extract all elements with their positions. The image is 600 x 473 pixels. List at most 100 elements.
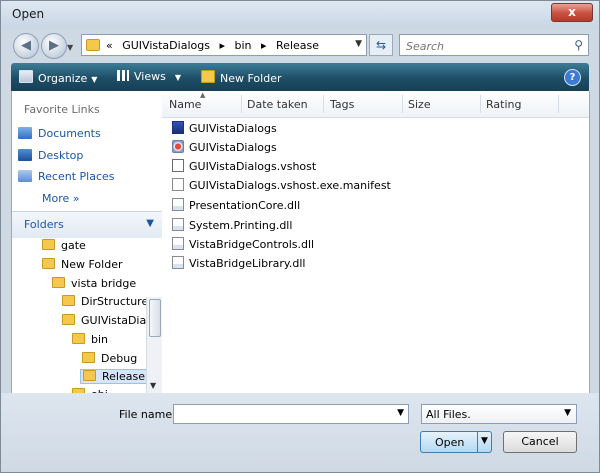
file-row[interactable]: PresentationCore.dll: [172, 198, 300, 212]
tree-item[interactable]: vista bridge: [52, 277, 136, 290]
breadcrumb-separator-icon[interactable]: ▸: [261, 39, 267, 52]
cancel-button[interactable]: Cancel: [503, 431, 577, 453]
search-box[interactable]: ⚲: [399, 34, 589, 56]
forward-button[interactable]: ▶: [41, 33, 67, 59]
file-row[interactable]: VistaBridgeLibrary.dll: [172, 256, 305, 270]
tree-item-label: GUIVistaDialo: [81, 314, 146, 327]
close-button[interactable]: x: [551, 3, 593, 22]
tree-scrollbar[interactable]: ▼: [146, 297, 162, 393]
tree-item-label: vista bridge: [71, 277, 137, 290]
command-toolbar: Organize ▼ Views ▼ New Folder ?: [11, 63, 589, 91]
search-icon[interactable]: ⚲: [574, 38, 583, 52]
open-label: Open: [435, 436, 465, 449]
open-options-button[interactable]: ▼: [477, 432, 493, 452]
file-row[interactable]: GUIVistaDialogs: [172, 140, 277, 154]
new-folder-button[interactable]: New Folder: [201, 70, 281, 85]
column-divider[interactable]: [323, 95, 324, 113]
help-button[interactable]: ?: [564, 69, 581, 86]
views-button[interactable]: Views ▼: [117, 70, 181, 83]
folders-toggle[interactable]: Folders ▼: [12, 211, 162, 238]
address-dropdown-icon[interactable]: ▼: [355, 39, 362, 49]
chevron-down-icon: ▼: [564, 408, 571, 418]
tree-item[interactable]: DirStructure: [62, 295, 146, 308]
folder-icon: [52, 277, 65, 288]
column-header-date-taken[interactable]: Date taken: [247, 98, 308, 111]
tree-item-selected[interactable]: Release: [80, 369, 146, 384]
column-divider[interactable]: [402, 95, 403, 113]
scrollbar-thumb[interactable]: [149, 299, 161, 337]
file-row[interactable]: GUIVistaDialogs: [172, 121, 277, 135]
scroll-down-icon[interactable]: ▼: [150, 381, 156, 390]
exe-icon: [172, 121, 184, 134]
column-header-size[interactable]: Size: [408, 98, 431, 111]
file-row[interactable]: VistaBridgeControls.dll: [172, 237, 314, 251]
column-headers: ▲ Name Date taken Tags Size Rating: [162, 91, 589, 118]
organize-label: Organize: [38, 72, 88, 85]
file-name: VistaBridgeLibrary.dll: [189, 257, 306, 270]
breadcrumb-separator-icon[interactable]: ▸: [219, 39, 225, 52]
breadcrumb-item[interactable]: Release: [276, 39, 319, 52]
recent-pages-dropdown-icon[interactable]: ▼: [67, 43, 73, 52]
tree-item[interactable]: Debug: [82, 352, 137, 365]
file-name: System.Printing.dll: [189, 219, 293, 232]
file-name: GUIVistaDialogs: [189, 141, 277, 154]
folders-heading: Folders: [24, 218, 64, 231]
breadcrumb-overflow[interactable]: «: [106, 39, 113, 52]
window-title: Open: [12, 7, 45, 21]
favorite-link-label: Desktop: [38, 149, 84, 162]
favorite-link-desktop[interactable]: Desktop: [18, 149, 83, 162]
breadcrumb-item[interactable]: bin: [234, 39, 251, 52]
address-bar[interactable]: « GUIVistaDialogs ▸ bin ▸ Release ▼: [81, 34, 367, 56]
file-row[interactable]: GUIVistaDialogs.vshost.exe.manifest: [172, 178, 391, 192]
open-dialog: Open x ◀ ▶ ▼ « GUIVistaDialogs ▸ bin ▸ R…: [0, 0, 600, 473]
file-row[interactable]: GUIVistaDialogs.vshost: [172, 159, 316, 173]
column-header-tags[interactable]: Tags: [330, 98, 354, 111]
column-header-name[interactable]: Name: [169, 98, 201, 111]
dll-icon: [172, 237, 184, 250]
column-header-rating[interactable]: Rating: [486, 98, 521, 111]
folder-icon: [62, 314, 75, 325]
file-row[interactable]: System.Printing.dll: [172, 218, 292, 232]
favorite-link-label: Documents: [38, 127, 101, 140]
file-type-value: All Files.: [426, 408, 471, 421]
folder-icon: [86, 39, 100, 51]
double-chevron-icon: »: [72, 192, 80, 205]
organize-icon: [19, 70, 33, 83]
tree-item[interactable]: GUIVistaDialo: [62, 314, 146, 327]
organize-button[interactable]: Organize ▼: [19, 70, 97, 85]
recent-places-icon: [18, 170, 32, 182]
tree-item[interactable]: gate: [42, 239, 86, 252]
file-name-input[interactable]: [177, 406, 391, 424]
forward-arrow-icon: ▶: [49, 38, 59, 53]
open-button[interactable]: Open ▼: [420, 431, 492, 453]
dll-icon: [172, 256, 184, 269]
more-label: More: [42, 192, 70, 205]
app-icon: [172, 140, 184, 153]
column-divider[interactable]: [480, 95, 481, 113]
file-type-select[interactable]: All Files. ▼: [421, 404, 577, 424]
tree-item[interactable]: bin: [72, 333, 108, 346]
column-divider[interactable]: [241, 95, 242, 113]
favorite-link-documents[interactable]: Documents: [18, 127, 101, 140]
address-row: ◀ ▶ ▼ « GUIVistaDialogs ▸ bin ▸ Release …: [1, 29, 599, 63]
chevron-down-icon: ▼: [169, 73, 182, 82]
views-icon: [117, 70, 129, 81]
back-arrow-icon: ◀: [21, 38, 31, 53]
file-name: VistaBridgeControls.dll: [189, 238, 315, 251]
favorite-link-label: Recent Places: [38, 170, 115, 183]
back-button[interactable]: ◀: [13, 33, 39, 59]
more-links-button[interactable]: More »: [42, 192, 80, 205]
help-icon: ?: [569, 72, 576, 83]
refresh-button[interactable]: ⇆: [369, 34, 393, 56]
file-name-combobox[interactable]: ▼: [173, 404, 409, 424]
chevron-down-icon[interactable]: ▼: [397, 408, 404, 418]
new-folder-label: New Folder: [220, 72, 282, 85]
favorite-link-recent-places[interactable]: Recent Places: [18, 170, 115, 183]
file-name-label: File name:: [119, 408, 176, 421]
tree-item[interactable]: New Folder: [42, 258, 122, 271]
chevron-down-icon: ▼: [481, 436, 488, 446]
tree-item-label: DirStructure: [81, 295, 146, 308]
search-input[interactable]: [404, 36, 558, 56]
column-divider[interactable]: [558, 95, 559, 113]
breadcrumb-item[interactable]: GUIVistaDialogs: [122, 39, 210, 52]
